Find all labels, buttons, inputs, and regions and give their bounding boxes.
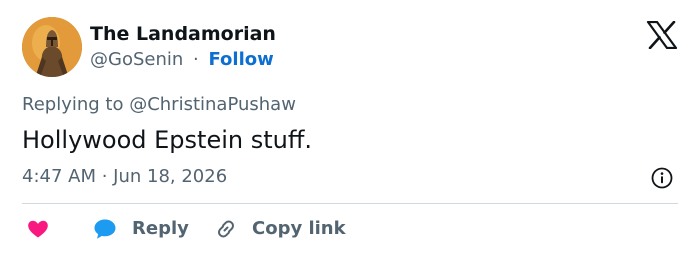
reply-button[interactable]: Reply: [92, 216, 189, 242]
tweet-embed-card: The Landamorian @GoSenin · Follow Replyi…: [0, 0, 700, 256]
reply-label: Reply: [132, 218, 189, 239]
tweet-text: Hollywood Epstein stuff.: [22, 126, 313, 154]
author-handle-row: @GoSenin · Follow: [90, 48, 274, 72]
speech-bubble-icon: [92, 217, 118, 241]
copy-link-button[interactable]: Copy link: [214, 216, 346, 242]
copy-link-label: Copy link: [252, 218, 346, 239]
author-handle[interactable]: @GoSenin: [90, 49, 183, 70]
replying-to-link[interactable]: Replying to @ChristinaPushaw: [22, 93, 296, 117]
divider: [22, 203, 678, 204]
avatar[interactable]: [22, 17, 82, 77]
link-icon: [214, 217, 238, 241]
avatar-image: [22, 17, 82, 77]
separator-dot: ·: [193, 49, 199, 70]
author-name[interactable]: The Landamorian: [90, 22, 276, 46]
like-button[interactable]: [26, 216, 50, 242]
x-logo-icon[interactable]: [646, 20, 678, 50]
heart-icon: [26, 217, 50, 241]
info-icon[interactable]: [650, 166, 674, 190]
follow-button[interactable]: Follow: [208, 49, 273, 70]
tweet-timestamp[interactable]: 4:47 AM · Jun 18, 2026: [22, 165, 227, 189]
